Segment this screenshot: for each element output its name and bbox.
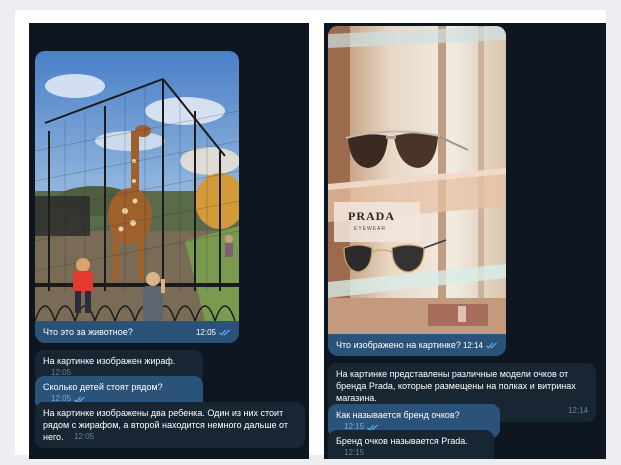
chat-panel-giraffe: Что это за животное? 12:05 На картинке и… xyxy=(29,23,309,459)
giraffe-photo[interactable] xyxy=(35,51,239,321)
message-text: Бренд очков называется Prada. xyxy=(336,436,468,446)
photo-caption: Что это за животное? 12:05 xyxy=(35,321,239,343)
message-meta: 12:05 xyxy=(196,328,231,337)
chat-panel-prada: PRADA EYEWEAR Что изображено на картинке… xyxy=(324,23,606,459)
sunglasses-photo[interactable]: PRADA EYEWEAR xyxy=(328,26,506,334)
double-check-icon xyxy=(486,342,497,349)
message-time: 12:14 xyxy=(462,341,483,350)
incoming-message[interactable]: На картинке изображены два ребенка. Один… xyxy=(35,402,305,448)
message-text: Сколько детей стоят рядом? xyxy=(43,382,163,392)
photo-message[interactable]: PRADA EYEWEAR Что изображено на картинке… xyxy=(328,26,506,356)
message-meta: 12:05 xyxy=(74,431,94,443)
message-time: 12:14 xyxy=(567,406,588,415)
caption-text: Что это за животное? xyxy=(43,327,133,337)
brand-sign-subtext: EYEWEAR xyxy=(354,226,386,232)
double-check-icon xyxy=(219,329,230,336)
message-time: 12:05 xyxy=(195,328,216,337)
message-text: На картинке изображен жираф. xyxy=(43,356,176,366)
photo-caption: Что изображено на картинке? 12:14 xyxy=(328,334,506,356)
caption-text: Что изображено на картинке? xyxy=(336,340,461,350)
photo-message[interactable]: Что это за животное? 12:05 xyxy=(35,51,239,343)
message-time: 12:15 xyxy=(344,448,365,457)
message-time: 12:05 xyxy=(74,432,95,441)
message-text: На картинке представлены различные модел… xyxy=(336,369,576,403)
incoming-message[interactable]: Бренд очков называется Prada. 12:15 xyxy=(328,430,494,459)
brand-sign-text: PRADA xyxy=(348,209,395,223)
message-meta: 12:15 xyxy=(344,447,364,459)
message-meta: 12:14 xyxy=(463,341,498,350)
message-text: Как называется бренд очков? xyxy=(336,410,460,420)
